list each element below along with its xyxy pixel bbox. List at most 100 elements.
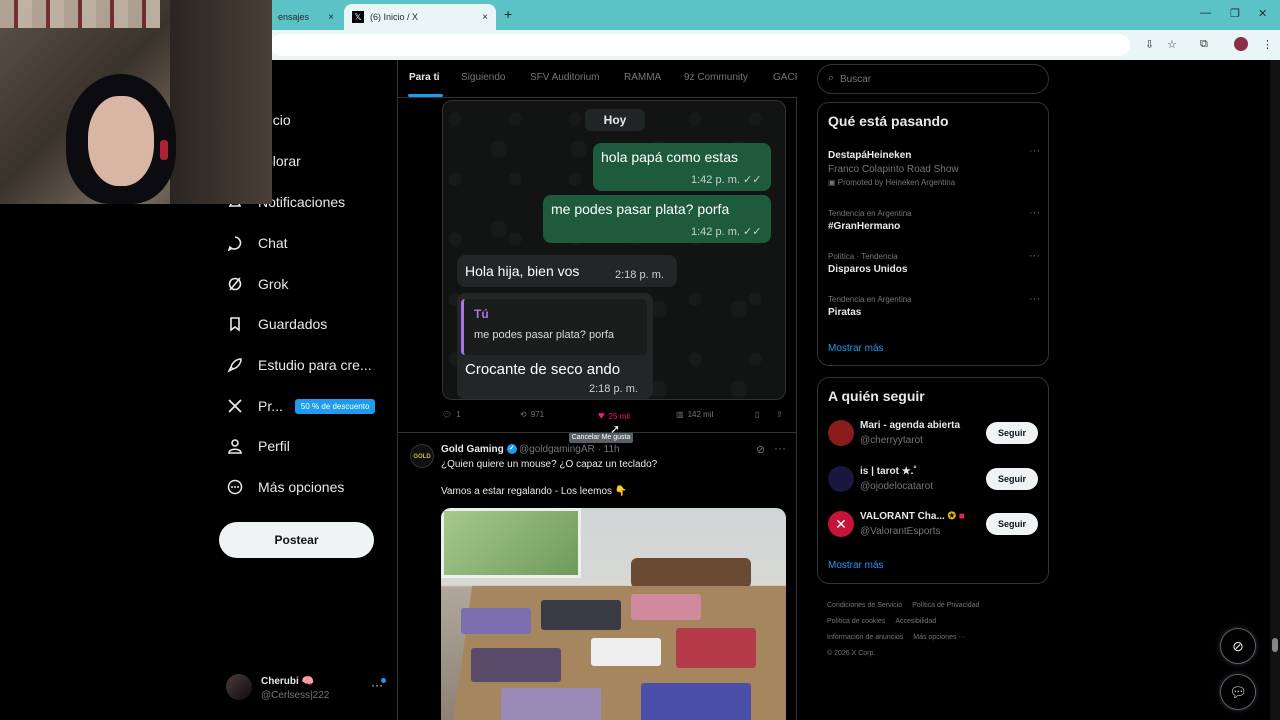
like-button[interactable]: ♥ 25 mil <box>598 410 630 422</box>
chat-fab-button[interactable]: 💬︎ <box>1220 674 1256 710</box>
scrollbar-thumb[interactable] <box>1272 638 1278 652</box>
main-feed: Para ti Siguiendo SFV Auditorium RAMMA 9… <box>397 60 797 720</box>
post-author[interactable]: Gold Gaming ✓ <box>441 444 517 455</box>
footer-link[interactable]: Información de anuncios <box>827 634 903 641</box>
minimize-button[interactable]: — <box>1200 7 1211 19</box>
tab-para-ti[interactable]: Para ti <box>409 72 440 83</box>
tab-sfv-auditorium[interactable]: SFV Auditorium <box>530 72 599 83</box>
nav-label: Perfil <box>258 438 290 454</box>
footer-link[interactable]: Condiciones de Servicio <box>827 602 902 609</box>
repost-button[interactable]: ⟲ 971 <box>520 410 544 419</box>
quote-author: Tú <box>474 307 489 321</box>
browser-tab-home[interactable]: 𝕏 (6) Inicio / X × <box>344 4 496 30</box>
nav-item-grok[interactable]: Grok <box>226 264 288 304</box>
footer-link[interactable]: Política de cookies <box>827 618 885 625</box>
tab-gaci[interactable]: GACI <box>773 72 797 83</box>
reply-button[interactable]: 💬︎ 1 <box>442 410 461 419</box>
trend-item[interactable]: DestapáHeineken Franco Colapinto Road Sh… <box>828 145 1040 187</box>
avatar[interactable]: GOLD <box>410 444 434 468</box>
grok-icon[interactable]: ⊘ <box>756 443 765 456</box>
repost-count: 971 <box>530 410 545 419</box>
post-image-mousepads[interactable] <box>441 508 786 720</box>
show-more-link[interactable]: Mostrar más <box>828 560 884 571</box>
follow-button[interactable]: Seguir <box>986 422 1038 444</box>
tab-9z-community[interactable]: 9z Community <box>684 72 748 83</box>
follow-suggestion[interactable]: ✕ VALORANT Cha... ✪ ■ @ValorantEsports S… <box>828 509 1040 543</box>
chat-bubble-incoming: Hola hija, bien vos 2:18 p. m. <box>457 255 677 287</box>
curtain-photo-detail <box>170 0 272 204</box>
trend-name: Piratas <box>828 307 862 318</box>
grok-fab-button[interactable]: ⊘ <box>1220 628 1256 664</box>
follow-button[interactable]: Seguir <box>986 513 1038 535</box>
verified-badge-icon: ✓ <box>506 444 517 455</box>
day-separator: Hoy <box>585 109 645 131</box>
account-switcher[interactable]: Cherubi 🧠 @Cerlsess|222 ··· <box>226 672 390 706</box>
promoted-label: ▣ Promoted by Heineken Argentina <box>828 178 956 187</box>
profile-avatar[interactable] <box>1234 37 1248 51</box>
extensions-icon[interactable]: ⧉ <box>1200 38 1208 51</box>
more-icon[interactable]: ··· <box>1029 250 1040 262</box>
post-gold-gaming[interactable]: GOLD Gold Gaming ✓ @goldgamingAR · 11h ⊘ … <box>398 434 797 720</box>
views-count: 142 mil <box>687 410 714 419</box>
screen: ensajes × 𝕏 (6) Inicio / X × + — ❐ ✕ ⇩ ☆… <box>0 0 1280 720</box>
trend-item[interactable]: Tendencia en Argentina #GranHermano ··· <box>828 207 1040 232</box>
page-scrollbar[interactable] <box>1270 60 1280 720</box>
footer-link[interactable]: Política de Privacidad <box>912 602 979 609</box>
more-icon[interactable]: ··· <box>1029 293 1040 305</box>
author-name: Gold Gaming <box>441 444 504 455</box>
follow-button[interactable]: Seguir <box>986 468 1038 490</box>
new-tab-button[interactable]: + <box>504 6 512 22</box>
trend-subtitle: Franco Colapinto Road Show <box>828 164 959 175</box>
show-more-link[interactable]: Mostrar más <box>828 343 884 354</box>
trend-item[interactable]: Tendencia en Argentina Piratas ··· <box>828 293 1040 318</box>
search-icon: ⌕ <box>828 72 835 84</box>
nav-item-chat[interactable]: Chat <box>226 223 288 263</box>
tab-label: ensajes <box>278 12 310 22</box>
search-input[interactable]: ⌕ Buscar <box>817 64 1049 94</box>
chat-time: 1:42 p. m. ✓✓ <box>691 226 762 238</box>
more-icon[interactable]: ··· <box>774 441 786 455</box>
nav-item-creator-studio[interactable]: Estudio para cre... <box>226 345 372 385</box>
footer-link[interactable]: Más opciones ··· <box>913 634 965 641</box>
restore-button[interactable]: ❐ <box>1230 7 1240 20</box>
tab-siguiendo[interactable]: Siguiendo <box>461 72 505 83</box>
chat-bubble-outgoing: hola papá como estas 1:42 p. m. ✓✓ <box>593 143 771 191</box>
mouse-cursor: ➚ <box>610 422 621 436</box>
follow-suggestion[interactable]: is | tarot ★.˚ @ojodelocatarot Seguir <box>828 464 1040 498</box>
browser-tab-messages[interactable]: ensajes × <box>270 4 342 30</box>
more-icon[interactable]: ··· <box>1029 207 1040 219</box>
star-icon[interactable]: ☆ <box>1167 38 1177 51</box>
nav-item-bookmarks[interactable]: Guardados <box>226 304 327 344</box>
bookmark-button[interactable]: ▯ <box>755 410 759 419</box>
menu-icon[interactable]: ⋮ <box>1262 38 1273 51</box>
nav-item-profile[interactable]: Perfil <box>226 426 290 466</box>
follow-suggestion[interactable]: Mari - agenda abierta @cherryytarot Segu… <box>828 418 1040 452</box>
nav-label: Estudio para cre... <box>258 357 372 373</box>
nav-item-more[interactable]: Más opciones <box>226 467 344 507</box>
x-logo-icon <box>226 397 244 415</box>
close-tab-icon[interactable]: × <box>328 12 334 23</box>
avatar <box>226 674 252 700</box>
close-tab-icon[interactable]: × <box>482 12 488 23</box>
quoted-message: Tú me podes pasar plata? porfa <box>461 299 647 355</box>
window-photo-detail <box>441 508 581 578</box>
views-button[interactable]: ▥ 142 mil <box>676 410 713 419</box>
share-button[interactable]: ⇪ <box>776 410 783 419</box>
post-button[interactable]: Postear <box>219 522 374 558</box>
mousepad-image <box>501 688 601 720</box>
close-window-button[interactable]: ✕ <box>1258 7 1267 20</box>
person-icon <box>226 437 244 455</box>
gold-verified-icon: ✪ <box>947 511 956 522</box>
footer-link[interactable]: Accesibilidad <box>895 618 936 625</box>
tab-ramma[interactable]: RAMMA <box>624 72 661 83</box>
trend-category: Tendencia en Argentina <box>828 295 912 304</box>
install-icon[interactable]: ⇩ <box>1145 38 1154 51</box>
share-icon: ⇪ <box>776 410 783 419</box>
post-image-chat-screenshot[interactable]: Hoy hola papá como estas 1:42 p. m. ✓✓ m… <box>442 100 786 400</box>
nav-item-premium[interactable]: Pr... 50 % de descuento <box>226 386 376 426</box>
trend-item[interactable]: Política · Tendencia Disparos Unidos ··· <box>828 250 1040 275</box>
more-icon[interactable]: ··· <box>1029 145 1040 157</box>
url-input[interactable] <box>270 34 1130 56</box>
account-handle: @Cerlsess|222 <box>261 690 330 701</box>
discount-badge: 50 % de descuento <box>294 398 376 414</box>
